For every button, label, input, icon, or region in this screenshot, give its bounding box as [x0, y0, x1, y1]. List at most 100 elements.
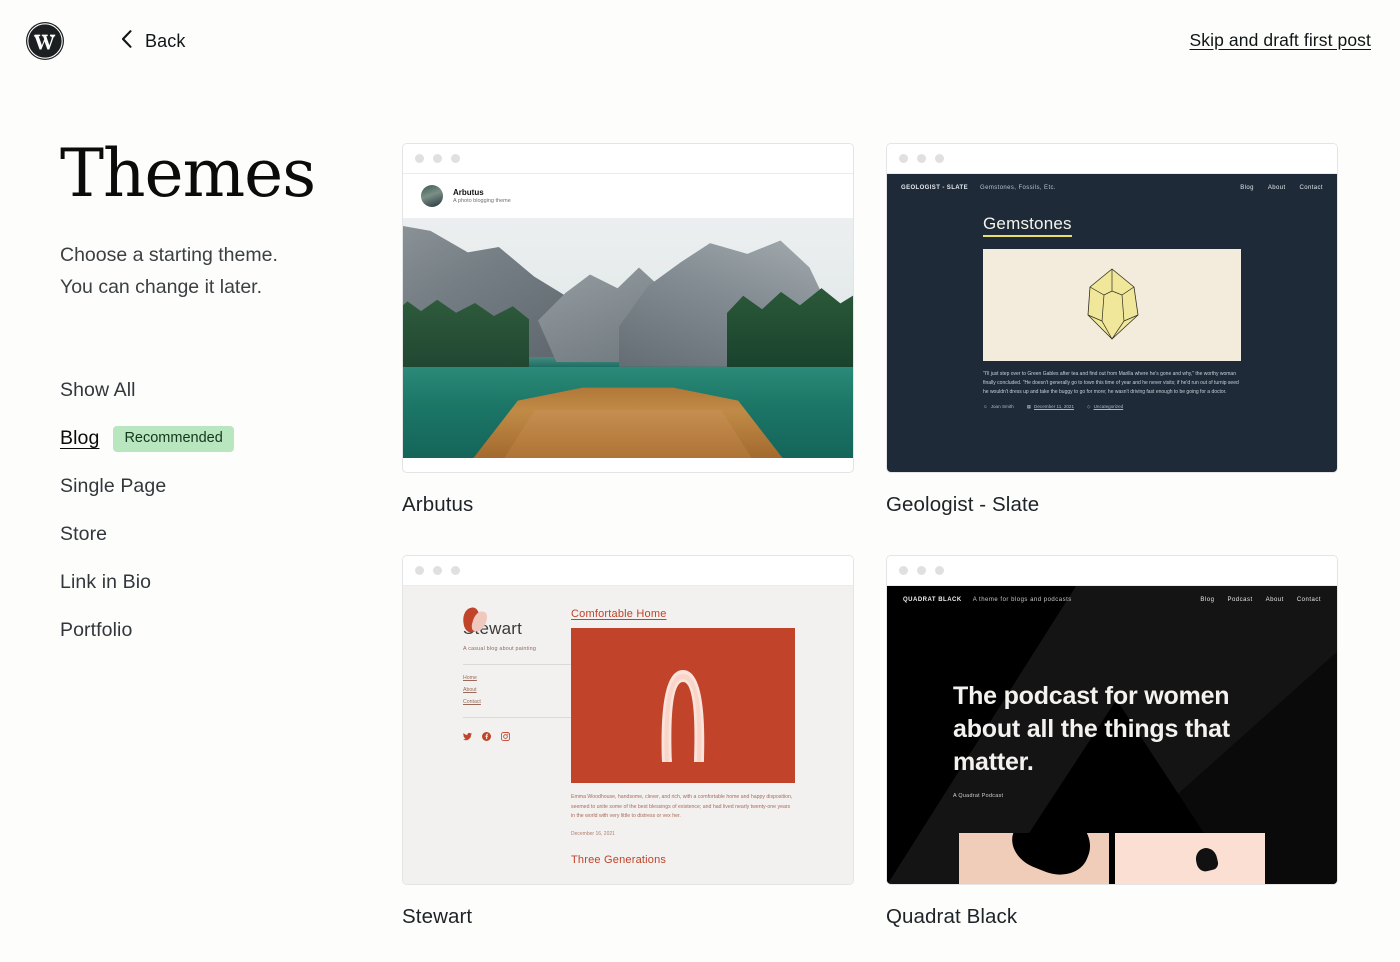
filter-label: Link in Bio: [60, 571, 152, 594]
quadrat-tagline: A theme for blogs and podcasts: [972, 597, 1072, 603]
description-line-2: You can change it later.: [60, 276, 263, 299]
stewart-main-column: Comfortable Home Emma Woodhouse, handsom…: [571, 608, 853, 884]
theme-name: Stewart: [402, 905, 473, 928]
nav-item: About: [1267, 185, 1286, 191]
skip-and-draft-first-post-link[interactable]: Skip and draft first post: [1190, 30, 1371, 51]
divider: [463, 717, 575, 718]
quadrat-photo-tile: [959, 833, 1109, 884]
recommended-badge: Recommended: [113, 426, 234, 452]
arbutus-site-title: Arbutus: [453, 187, 484, 197]
window-dot-icon: [917, 154, 926, 163]
quadrat-photo-tile: [1115, 833, 1265, 884]
filter-link-in-bio[interactable]: Link in Bio: [60, 559, 380, 607]
chevron-left-icon: [121, 29, 132, 53]
window-dot-icon: [433, 566, 442, 575]
filter-label: Blog: [60, 427, 100, 450]
back-button[interactable]: Back: [121, 29, 186, 53]
description-line-1: Choose a starting theme.: [60, 244, 278, 267]
arbutus-site-header: Arbutus A photo blogging theme: [403, 174, 853, 218]
filter-label: Portfolio: [60, 619, 133, 642]
person-icon: ☺: [983, 404, 988, 410]
quadrat-headline: The podcast for women about all the thin…: [953, 682, 1230, 776]
instagram-icon: [501, 732, 510, 741]
nav-item: Home: [463, 675, 477, 681]
top-bar: Back Skip and draft first post: [0, 0, 1400, 82]
meta-date: ▦ December 11, 2021: [1026, 404, 1075, 410]
filter-single-page[interactable]: Single Page: [60, 463, 380, 511]
gemstone-illustration: [983, 249, 1241, 361]
quadrat-subline: A Quadrat Podcast: [953, 793, 1004, 799]
geologist-post-meta: ☺ Joan Smith ▦ December 11, 2021 ◇ Uncatego…: [983, 404, 1241, 410]
back-label: Back: [145, 30, 186, 51]
themes-sidebar: Themes Choose a starting theme. You can …: [60, 140, 380, 655]
browser-chrome-bar: [403, 556, 853, 586]
wordpress-logo-icon[interactable]: [25, 21, 65, 61]
browser-chrome-bar: [887, 144, 1337, 174]
theme-card-stewart[interactable]: Stewart A casual blog about painting Hom…: [402, 555, 854, 929]
facebook-icon: [482, 732, 491, 741]
theme-name: Geologist - Slate: [886, 493, 1040, 516]
nav-item: Contact: [1296, 597, 1321, 603]
theme-filter-list: Show All Blog Recommended Single Page St…: [60, 367, 380, 655]
theme-preview-frame[interactable]: Arbutus A photo blogging theme: [402, 143, 854, 473]
preview-viewport: QUADRAT BLACK A theme for blogs and podc…: [887, 586, 1337, 884]
theme-card-quadrat-black[interactable]: QUADRAT BLACK A theme for blogs and podc…: [886, 555, 1338, 929]
preview-viewport: GEOLOGIST - SLATE Gemstones, Fossils, Et…: [887, 174, 1337, 472]
mountain-lake-boat-photo: [403, 218, 853, 458]
window-dot-icon: [433, 154, 442, 163]
geologist-nav: Blog About Contact: [1240, 185, 1323, 191]
nav-item: Contact: [463, 699, 481, 705]
filter-label: Single Page: [60, 475, 167, 498]
window-dot-icon: [415, 566, 424, 575]
window-dot-icon: [899, 154, 908, 163]
tag-icon: ◇: [1087, 404, 1091, 410]
nav-item: Contact: [1299, 185, 1323, 191]
window-dot-icon: [917, 566, 926, 575]
theme-card-geologist-slate[interactable]: GEOLOGIST - SLATE Gemstones, Fossils, Et…: [886, 143, 1338, 517]
filter-store[interactable]: Store: [60, 511, 380, 559]
window-dot-icon: [415, 154, 424, 163]
window-dot-icon: [451, 566, 460, 575]
stewart-body-text: Emma Woodhouse, handsome, clever, and ri…: [571, 794, 793, 820]
avatar-icon: [421, 185, 443, 207]
geologist-post-title: Gemstones: [983, 214, 1072, 237]
stewart-site-tagline: A casual blog about painting: [463, 646, 537, 652]
quadrat-site-header: QUADRAT BLACK A theme for blogs and podc…: [887, 586, 1337, 614]
browser-chrome-bar: [887, 556, 1337, 586]
geologist-tagline: Gemstones, Fossils, Etc.: [980, 185, 1056, 191]
browser-chrome-bar: [403, 144, 853, 174]
filter-blog[interactable]: Blog Recommended: [60, 415, 380, 463]
theme-preview-frame[interactable]: QUADRAT BLACK A theme for blogs and podc…: [886, 555, 1338, 885]
filter-show-all[interactable]: Show All: [60, 367, 380, 415]
calendar-icon: ▦: [1026, 404, 1032, 410]
nav-item: Blog: [1240, 185, 1254, 191]
quadrat-image-strip: [887, 833, 1337, 884]
theme-card-arbutus[interactable]: Arbutus A photo blogging theme Arbutus: [402, 143, 854, 517]
filter-label: Store: [60, 523, 108, 546]
stewart-nav: Home About Contact: [463, 675, 571, 705]
quadrat-brand: QUADRAT BLACK: [903, 597, 962, 603]
nav-item: Podcast: [1227, 597, 1253, 603]
nav-item: About: [463, 687, 477, 693]
preview-viewport: Arbutus A photo blogging theme: [403, 174, 853, 472]
page-title: Themes: [60, 135, 316, 212]
nav-item: Blog: [1200, 597, 1215, 603]
stewart-post-title: Comfortable Home: [571, 608, 667, 620]
twitter-icon: [463, 732, 472, 741]
theme-preview-frame[interactable]: GEOLOGIST - SLATE Gemstones, Fossils, Et…: [886, 143, 1338, 473]
geologist-body-text: "I'll just step over to Green Gables aft…: [983, 371, 1239, 395]
theme-preview-frame[interactable]: Stewart A casual blog about painting Hom…: [402, 555, 854, 885]
theme-name: Quadrat Black: [886, 905, 1018, 928]
theme-grid: Arbutus A photo blogging theme Arbutus G…: [402, 143, 1354, 929]
geologist-site-header: GEOLOGIST - SLATE Gemstones, Fossils, Et…: [887, 174, 1337, 202]
divider: [463, 664, 575, 665]
stewart-post-date: December 16, 2021: [571, 830, 615, 837]
window-dot-icon: [935, 154, 944, 163]
stewart-next-post-title: Three Generations: [571, 853, 667, 866]
arbutus-site-tagline: A photo blogging theme: [453, 197, 511, 204]
stewart-social-links: [463, 732, 571, 741]
meta-category: ◇ Uncategorized: [1087, 404, 1124, 410]
stewart-sidebar: Stewart A casual blog about painting Hom…: [403, 606, 575, 884]
filter-portfolio[interactable]: Portfolio: [60, 607, 380, 655]
theme-name: Arbutus: [402, 493, 474, 516]
